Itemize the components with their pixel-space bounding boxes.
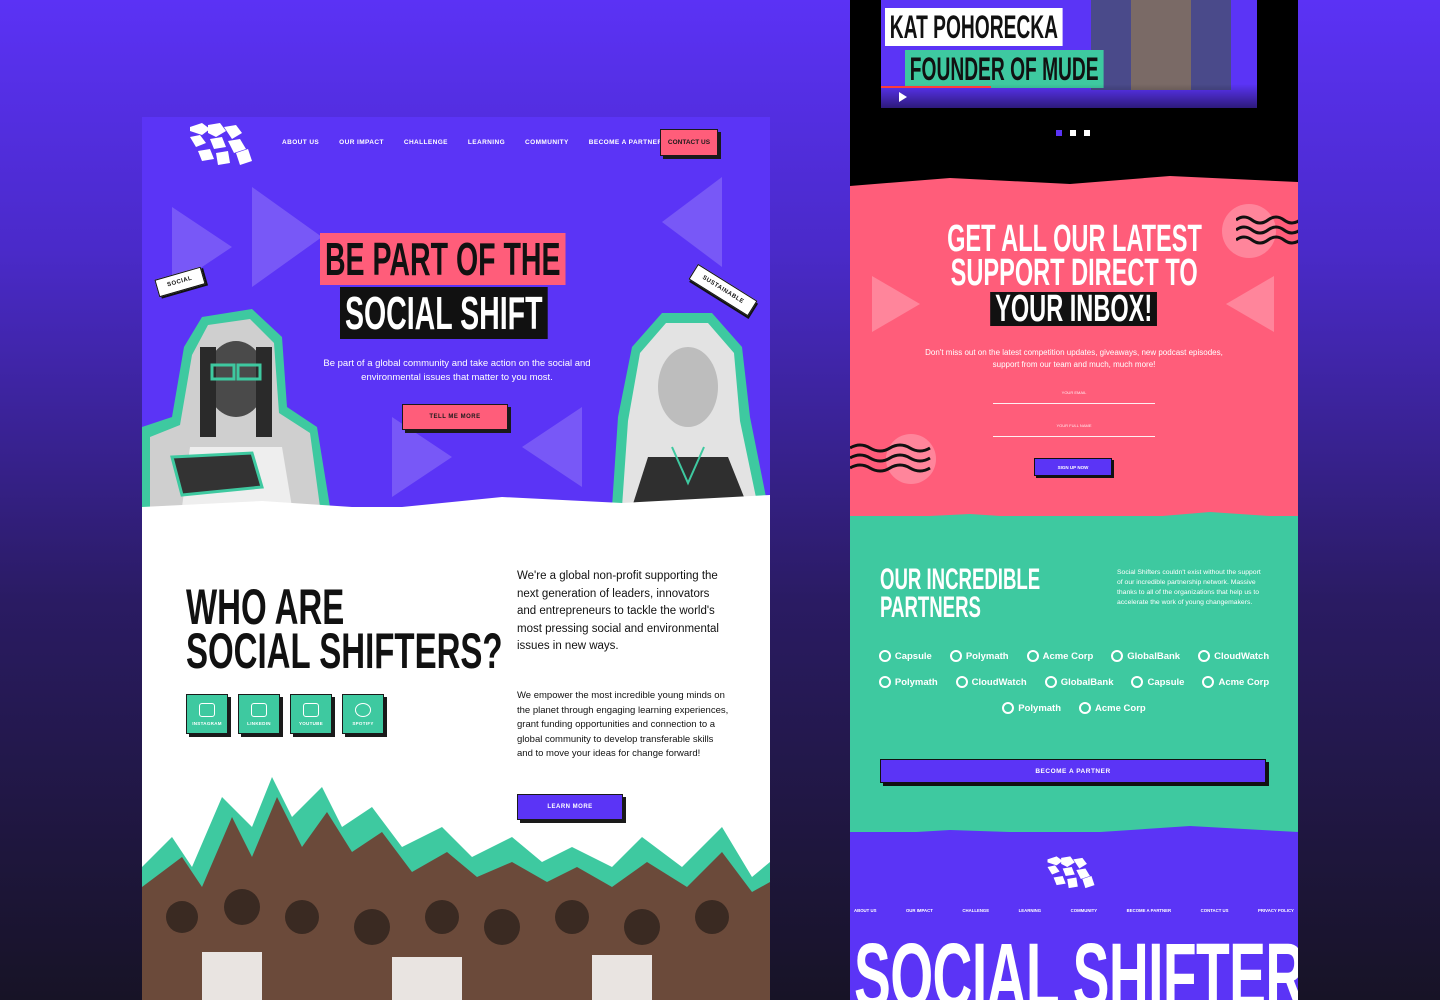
video-role-label: FOUNDER OF MUDE <box>905 50 1104 88</box>
globalbank-icon <box>1044 676 1057 688</box>
polymath-icon <box>1002 702 1015 714</box>
footer-nav-impact[interactable]: OUR IMPACT <box>906 908 933 913</box>
carousel-dot-3[interactable] <box>1084 130 1090 136</box>
capsule-icon <box>1131 676 1144 688</box>
partner-logo[interactable]: Acme Corp <box>1079 702 1146 714</box>
linkedin-link[interactable]: LINKEDIN <box>238 694 280 734</box>
capsule-icon <box>878 650 891 662</box>
instagram-icon <box>199 702 215 717</box>
partners-description: Social Shifters couldn't exist without t… <box>1117 569 1261 606</box>
partner-logo[interactable]: Capsule <box>1131 676 1184 688</box>
partner-logo[interactable]: CloudWatch <box>1198 650 1269 662</box>
cloudwatch-icon <box>955 676 968 688</box>
footer-wave-top <box>850 826 1298 844</box>
video-name-label: KAT POHORECKA <box>885 8 1063 46</box>
partners-title: OUR INCREDIBLE PARTNERS <box>880 563 1041 624</box>
partner-logos: Capsule Polymath Acme Corp GlobalBank Cl… <box>850 650 1298 728</box>
polymath-icon <box>949 650 962 662</box>
become-partner-button[interactable]: BECOME A PARTNER <box>880 759 1266 783</box>
who-title-line2: SOCIAL SHIFTERS? <box>186 623 503 679</box>
squiggle-left-icon <box>850 443 931 473</box>
youtube-link[interactable]: YOUTUBE <box>290 694 332 734</box>
cloudwatch-icon <box>1198 650 1211 662</box>
partner-logo[interactable]: Polymath <box>878 676 938 688</box>
hero-title-line1: BE PART OF THE <box>320 233 566 285</box>
footer-nav-challenge[interactable]: CHALLENGE <box>962 908 989 913</box>
acme-icon <box>1202 676 1215 688</box>
hero-section: ABOUT US OUR IMPACT CHALLENGE LEARNING C… <box>142 117 770 507</box>
partner-logo[interactable]: Capsule <box>878 650 932 662</box>
partner-logo[interactable]: Polymath <box>949 650 1009 662</box>
spotify-icon <box>355 702 371 717</box>
hero-person-right-image <box>612 313 768 507</box>
footer-logo[interactable] <box>1046 856 1096 890</box>
nav-our-impact[interactable]: OUR IMPACT <box>339 139 384 146</box>
footer-nav-privacy[interactable]: PRIVACY POLICY <box>1258 908 1294 913</box>
nav-about-us[interactable]: ABOUT US <box>282 139 319 146</box>
hero-wave-divider <box>142 495 770 507</box>
homepage-mockup: ABOUT US OUR IMPACT CHALLENGE LEARNING C… <box>142 117 770 1000</box>
spotify-link[interactable]: SPOTIFY <box>342 694 384 734</box>
sign-up-button[interactable]: SIGN UP NOW <box>1034 458 1112 476</box>
tell-me-more-button[interactable]: TELL ME MORE <box>402 404 508 430</box>
carousel-dot-2[interactable] <box>1070 130 1076 136</box>
email-field[interactable]: YOUR EMAIL <box>993 390 1155 404</box>
crowd-raised-fists-image <box>142 777 770 1000</box>
carousel-dots <box>1056 130 1090 136</box>
youtube-icon <box>303 702 319 717</box>
video-speaker-image <box>1091 0 1231 90</box>
acme-icon <box>1079 702 1092 714</box>
footer-nav-contact[interactable]: CONTACT US <box>1201 908 1229 913</box>
partner-logo[interactable]: GlobalBank <box>1111 650 1180 662</box>
footer-nav-community[interactable]: COMMUNITY <box>1071 908 1098 913</box>
globalbank-icon <box>1111 650 1124 662</box>
footer-nav: ABOUT US OUR IMPACT CHALLENGE LEARNING C… <box>854 908 1294 913</box>
nav-learning[interactable]: LEARNING <box>468 139 505 146</box>
contact-us-button[interactable]: CONTACT US <box>660 129 718 156</box>
partner-logo[interactable]: Polymath <box>1002 702 1061 714</box>
footer-brand-wordmark: SOCIAL SHIFTERS <box>854 925 1298 1000</box>
social-links: INSTAGRAM LINKEDIN YOUTUBE SPOTIFY <box>186 694 384 734</box>
footer-nav-learning[interactable]: LEARNING <box>1019 908 1041 913</box>
full-name-field[interactable]: YOUR FULL NAME <box>993 423 1155 437</box>
nav-community[interactable]: COMMUNITY <box>525 139 569 146</box>
newsletter-title-line2: SUPPORT DIRECT TO <box>950 252 1198 294</box>
instagram-link[interactable]: INSTAGRAM <box>186 694 228 734</box>
footer-nav-about[interactable]: ABOUT US <box>854 908 876 913</box>
newsletter-title-line3: YOUR INBOX! <box>990 290 1158 328</box>
newsletter-title-line1: GET ALL OUR LATEST <box>946 218 1202 260</box>
partner-logo[interactable]: Acme Corp <box>1202 676 1269 688</box>
linkedin-icon <box>251 702 267 717</box>
newsletter-title: GET ALL OUR LATEST SUPPORT DIRECT TO YOU… <box>850 218 1298 328</box>
partner-logo[interactable]: CloudWatch <box>955 676 1027 688</box>
video-progress[interactable] <box>881 86 991 88</box>
video-player[interactable]: KAT POHORECKA FOUNDER OF MUDE <box>881 0 1257 108</box>
newsletter-subtitle: Don't miss out on the latest competition… <box>925 348 1223 369</box>
main-nav: ABOUT US OUR IMPACT CHALLENGE LEARNING C… <box>282 139 682 146</box>
newsletter-page-mockup: KAT POHORECKA FOUNDER OF MUDE GET ALL OU… <box>850 0 1298 1000</box>
partner-logo[interactable]: GlobalBank <box>1044 676 1113 688</box>
hero-title-line2: SOCIAL SHIFT <box>340 287 548 339</box>
who-body-text: We empower the most incredible young min… <box>517 690 729 760</box>
teal-wave-top <box>850 512 1298 530</box>
partner-logo[interactable]: Acme Corp <box>1026 650 1093 662</box>
hero-subtitle: Be part of a global community and take a… <box>323 358 591 383</box>
nav-challenge[interactable]: CHALLENGE <box>404 139 448 146</box>
hero-person-left-image <box>142 309 330 507</box>
nav-become-partner[interactable]: BECOME A PARTNER <box>589 139 663 146</box>
social-shifters-logo[interactable] <box>188 123 254 167</box>
footer-nav-partner[interactable]: BECOME A PARTNER <box>1127 908 1171 913</box>
video-controls <box>881 84 1257 108</box>
who-intro-text: We're a global non-profit supporting the… <box>517 570 719 652</box>
pink-wave-top <box>850 176 1298 186</box>
video-carousel: KAT POHORECKA FOUNDER OF MUDE <box>850 0 1298 190</box>
acme-icon <box>1026 650 1039 662</box>
play-icon[interactable] <box>899 92 907 102</box>
carousel-dot-1[interactable] <box>1056 130 1062 136</box>
polymath-icon <box>878 676 891 688</box>
